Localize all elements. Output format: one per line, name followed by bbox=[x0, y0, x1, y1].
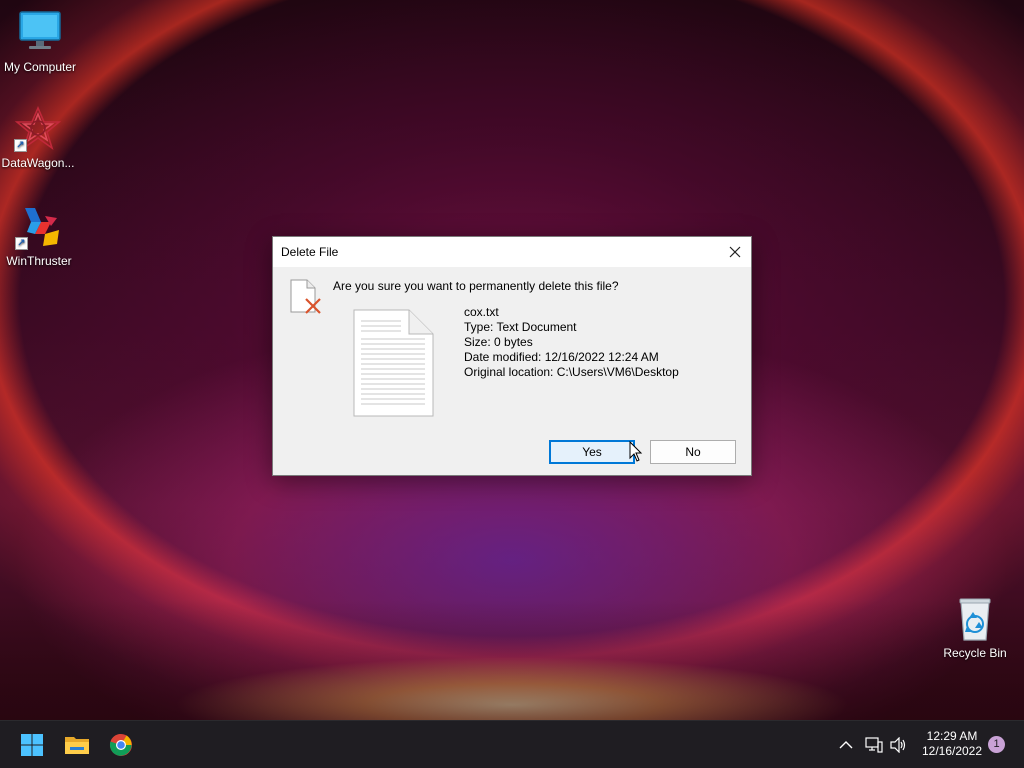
notification-badge[interactable]: 1 bbox=[988, 736, 1005, 753]
recycle-bin-icon bbox=[951, 596, 999, 642]
file-details: cox.txt Type: Text Document Size: 0 byte… bbox=[464, 305, 679, 380]
shortcut-arrow-icon: ↗ bbox=[15, 237, 28, 250]
dialog-titlebar[interactable]: Delete File bbox=[273, 237, 751, 267]
volume-icon bbox=[890, 737, 906, 753]
close-button[interactable] bbox=[719, 237, 751, 267]
taskbar-clock[interactable]: 12:29 AM 12/16/2022 bbox=[914, 729, 990, 759]
chrome-icon bbox=[109, 733, 132, 756]
shortcut-arrow-icon: ↗ bbox=[14, 139, 27, 152]
clock-time: 12:29 AM bbox=[926, 729, 978, 743]
file-original-location: Original location: C:\Users\VM6\Desktop bbox=[464, 365, 679, 379]
file-explorer-button[interactable] bbox=[61, 729, 93, 761]
close-icon bbox=[729, 246, 741, 258]
dialog-question: Are you sure you want to permanently del… bbox=[333, 279, 619, 293]
clock-date: 12/16/2022 bbox=[921, 744, 983, 758]
desktop-icon-my-computer[interactable]: My Computer bbox=[0, 10, 80, 74]
volume-button[interactable] bbox=[889, 735, 909, 755]
chrome-button[interactable] bbox=[105, 729, 137, 761]
taskbar: 12:29 AM 12/16/2022 1 bbox=[0, 720, 1024, 768]
delete-file-dialog: Delete File Are you sure you want to per… bbox=[272, 236, 752, 476]
network-button[interactable] bbox=[864, 735, 884, 755]
desktop-icon-label: My Computer bbox=[3, 60, 77, 74]
start-button[interactable] bbox=[16, 729, 48, 761]
text-file-thumbnail bbox=[353, 309, 435, 417]
file-type: Type: Text Document bbox=[464, 320, 577, 334]
desktop-icon-recycle-bin[interactable]: Recycle Bin bbox=[935, 596, 1015, 660]
delete-file-icon bbox=[289, 279, 323, 315]
winthruster-icon: ↗ bbox=[15, 204, 63, 250]
show-hidden-icons-button[interactable] bbox=[836, 735, 856, 755]
network-icon bbox=[865, 737, 883, 753]
start-icon bbox=[21, 734, 43, 756]
desktop-icon-datawagon[interactable]: ↗ DataWagon... bbox=[0, 105, 78, 170]
desktop-icon-label: DataWagon... bbox=[1, 156, 75, 170]
no-button[interactable]: No bbox=[650, 440, 736, 464]
datawagon-icon: ↗ bbox=[14, 105, 62, 152]
file-explorer-icon bbox=[65, 737, 89, 754]
monitor-icon bbox=[16, 10, 64, 56]
yes-button[interactable]: Yes bbox=[549, 440, 635, 464]
file-size: Size: 0 bytes bbox=[464, 335, 533, 349]
dialog-title: Delete File bbox=[281, 245, 339, 259]
desktop-icon-label: WinThruster bbox=[6, 254, 72, 268]
desktop-icon-winthruster[interactable]: ↗ WinThruster bbox=[0, 204, 79, 268]
mouse-cursor-icon bbox=[629, 440, 643, 463]
chevron-up-icon bbox=[839, 741, 853, 749]
file-date-modified: Date modified: 12/16/2022 12:24 AM bbox=[464, 350, 659, 364]
desktop-icon-label: Recycle Bin bbox=[943, 646, 1007, 660]
file-name: cox.txt bbox=[464, 305, 499, 319]
